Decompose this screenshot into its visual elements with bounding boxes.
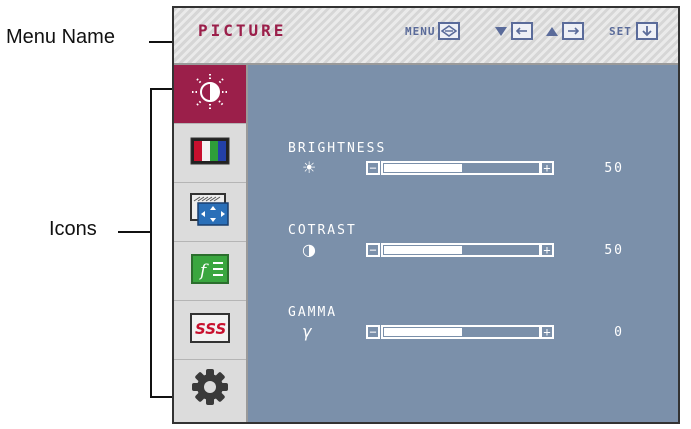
down-arrow-icon[interactable] bbox=[495, 26, 507, 36]
icons-callout-label: Icons bbox=[49, 218, 97, 240]
osd-sidebar: f SSS bbox=[174, 65, 248, 422]
contrast-slider-fill bbox=[384, 246, 462, 254]
gear-icon bbox=[190, 367, 230, 412]
brightness-value: 50 bbox=[604, 161, 624, 176]
function-icon: f bbox=[191, 253, 229, 289]
gamma-slider-fill bbox=[384, 328, 462, 336]
down-left-hint bbox=[495, 20, 533, 42]
left-key-icon[interactable] bbox=[511, 22, 533, 40]
gamma-small-icon: γ bbox=[302, 322, 312, 341]
menu-name-callout-line bbox=[149, 41, 174, 43]
sidebar-item-setup[interactable] bbox=[174, 360, 246, 419]
brightness-small-icon: ☀ bbox=[302, 158, 317, 177]
screen-position-icon bbox=[190, 192, 230, 232]
gamma-value: 0 bbox=[614, 325, 624, 340]
menu-name: PICTURE bbox=[198, 21, 287, 40]
contrast-decrease-button[interactable]: − bbox=[366, 243, 380, 257]
sidebar-item-display[interactable] bbox=[174, 183, 246, 242]
set-hint: SET bbox=[609, 20, 658, 42]
up-arrow-icon[interactable] bbox=[546, 26, 558, 36]
color-bars-icon bbox=[190, 137, 230, 170]
contrast-small-icon: ◑ bbox=[302, 240, 316, 259]
svg-text:SSS: SSS bbox=[195, 320, 226, 338]
brightness-increase-button[interactable]: + bbox=[540, 161, 554, 175]
osd-header: PICTURE MENU SET bbox=[174, 8, 678, 65]
menu-key-icon[interactable] bbox=[437, 22, 460, 40]
sidebar-item-picture[interactable] bbox=[174, 65, 246, 124]
set-key-icon[interactable] bbox=[635, 22, 658, 40]
contrast-value: 50 bbox=[604, 243, 624, 258]
gamma-label: GAMMA bbox=[288, 305, 338, 320]
icons-bracket-bottom bbox=[150, 396, 174, 398]
brightness-slider[interactable] bbox=[381, 161, 541, 175]
brightness-label: BRIGHTNESS bbox=[288, 141, 387, 156]
sidebar-item-color[interactable] bbox=[174, 124, 246, 183]
gamma-increase-button[interactable]: + bbox=[540, 325, 554, 339]
contrast-slider[interactable] bbox=[381, 243, 541, 257]
osd-window: PICTURE MENU SET f SSS BRIGHTNESS ☀ − + … bbox=[172, 6, 680, 424]
brightness-slider-fill bbox=[384, 164, 462, 172]
up-right-hint bbox=[546, 20, 584, 42]
sidebar-item-sss[interactable]: SSS bbox=[174, 301, 246, 360]
icons-bracket-top bbox=[150, 88, 174, 90]
icons-bracket-vertical bbox=[150, 88, 152, 398]
contrast-label: COTRAST bbox=[288, 223, 357, 238]
sss-icon: SSS bbox=[190, 312, 230, 348]
menu-hint: MENU bbox=[405, 20, 460, 42]
contrast-increase-button[interactable]: + bbox=[540, 243, 554, 257]
gamma-decrease-button[interactable]: − bbox=[366, 325, 380, 339]
brightness-decrease-button[interactable]: − bbox=[366, 161, 380, 175]
menu-name-callout-label: Menu Name bbox=[6, 26, 115, 48]
brightness-sun-icon bbox=[190, 72, 230, 117]
sidebar-item-function[interactable]: f bbox=[174, 242, 246, 301]
right-key-icon[interactable] bbox=[562, 22, 584, 40]
osd-content-panel: BRIGHTNESS ☀ − + 50 COTRAST ◑ − + 50 GAM… bbox=[248, 65, 678, 422]
set-hint-text: SET bbox=[609, 24, 632, 38]
gamma-slider[interactable] bbox=[381, 325, 541, 339]
icons-callout-line bbox=[118, 231, 152, 233]
menu-hint-text: MENU bbox=[405, 24, 436, 38]
